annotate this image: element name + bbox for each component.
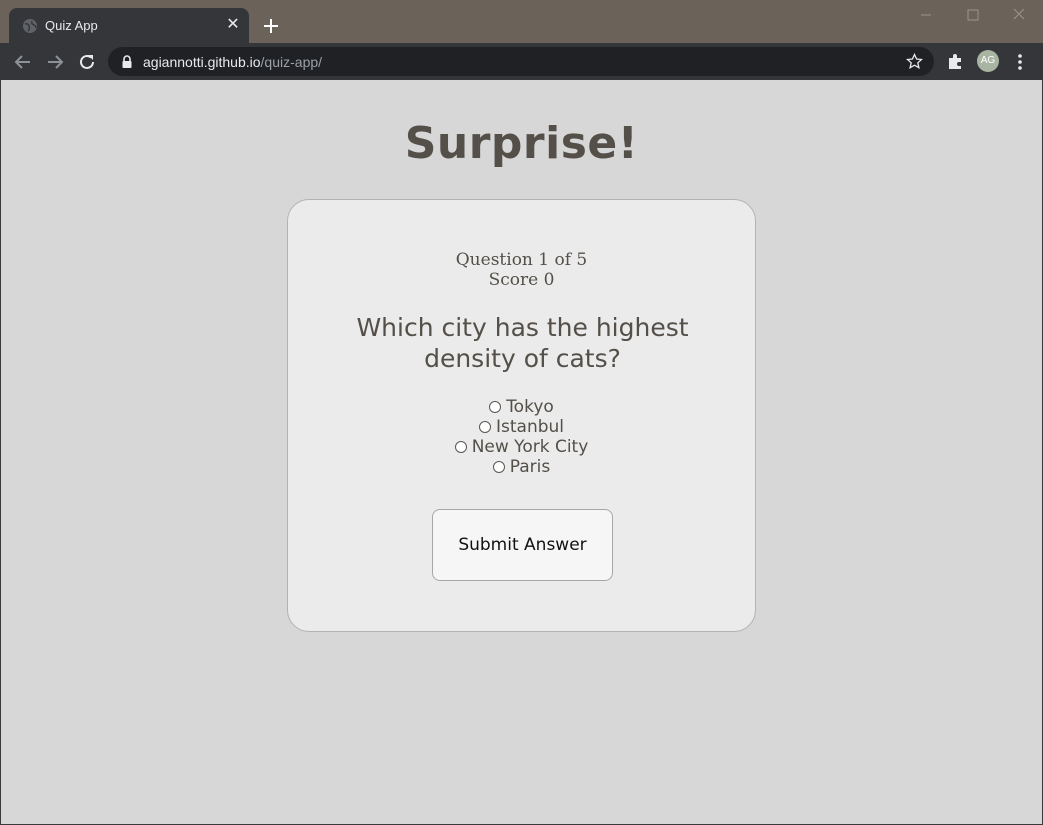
minimize-icon[interactable] (915, 6, 937, 24)
profile-avatar[interactable]: AG (977, 50, 999, 72)
score-display: Score 0 (488, 270, 555, 290)
tab-close-icon[interactable]: ✕ (224, 16, 242, 34)
bookmark-star-icon[interactable] (906, 53, 923, 70)
radio-button[interactable] (492, 461, 505, 473)
question-text: Which city has the highest density of ca… (356, 313, 689, 373)
url-text: agiannotti.github.io/quiz-app/ (143, 54, 322, 70)
url-path: /quiz-app/ (260, 54, 323, 70)
address-bar[interactable]: agiannotti.github.io/quiz-app/ (108, 47, 934, 76)
maximize-icon[interactable] (962, 6, 984, 24)
radio-button[interactable] (489, 401, 502, 413)
question-progress: Question 1 of 5 (455, 250, 588, 270)
new-tab-icon[interactable] (260, 15, 282, 37)
quiz-card: Question 1 of 5 Score 0 Which city has t… (287, 199, 756, 632)
back-arrow-icon[interactable] (12, 51, 34, 73)
page-viewport: Surprise! Question 1 of 5 Score 0 Which … (1, 80, 1042, 824)
globe-icon (23, 19, 37, 33)
radio-button[interactable] (454, 441, 467, 453)
option-new-york-city[interactable]: New York City (288, 437, 755, 457)
answer-options: Tokyo Istanbul New York City Paris (288, 397, 755, 477)
option-label: New York City (471, 437, 589, 457)
option-paris[interactable]: Paris (288, 457, 755, 477)
extensions-puzzle-icon[interactable] (946, 52, 965, 71)
submit-answer-button[interactable]: Submit Answer (432, 509, 613, 581)
more-menu-icon[interactable] (1012, 52, 1028, 72)
page-title: Surprise! (404, 118, 639, 169)
option-label: Tokyo (506, 397, 554, 417)
option-istanbul[interactable]: Istanbul (288, 417, 755, 437)
tab-quiz-app[interactable]: Quiz App ✕ (9, 8, 249, 43)
forward-arrow-icon[interactable] (44, 51, 66, 73)
reload-icon[interactable] (76, 51, 98, 73)
tab-title: Quiz App (45, 18, 98, 33)
url-host: agiannotti.github.io (143, 54, 261, 70)
radio-button[interactable] (478, 421, 491, 433)
browser-toolbar: agiannotti.github.io/quiz-app/ AG (0, 43, 1043, 80)
option-label: Paris (509, 457, 551, 477)
window-titlebar: Quiz App ✕ (0, 0, 1043, 43)
lock-icon (122, 55, 132, 68)
option-label: Istanbul (495, 417, 565, 437)
option-tokyo[interactable]: Tokyo (288, 397, 755, 417)
window-close-icon[interactable] (1008, 6, 1030, 24)
